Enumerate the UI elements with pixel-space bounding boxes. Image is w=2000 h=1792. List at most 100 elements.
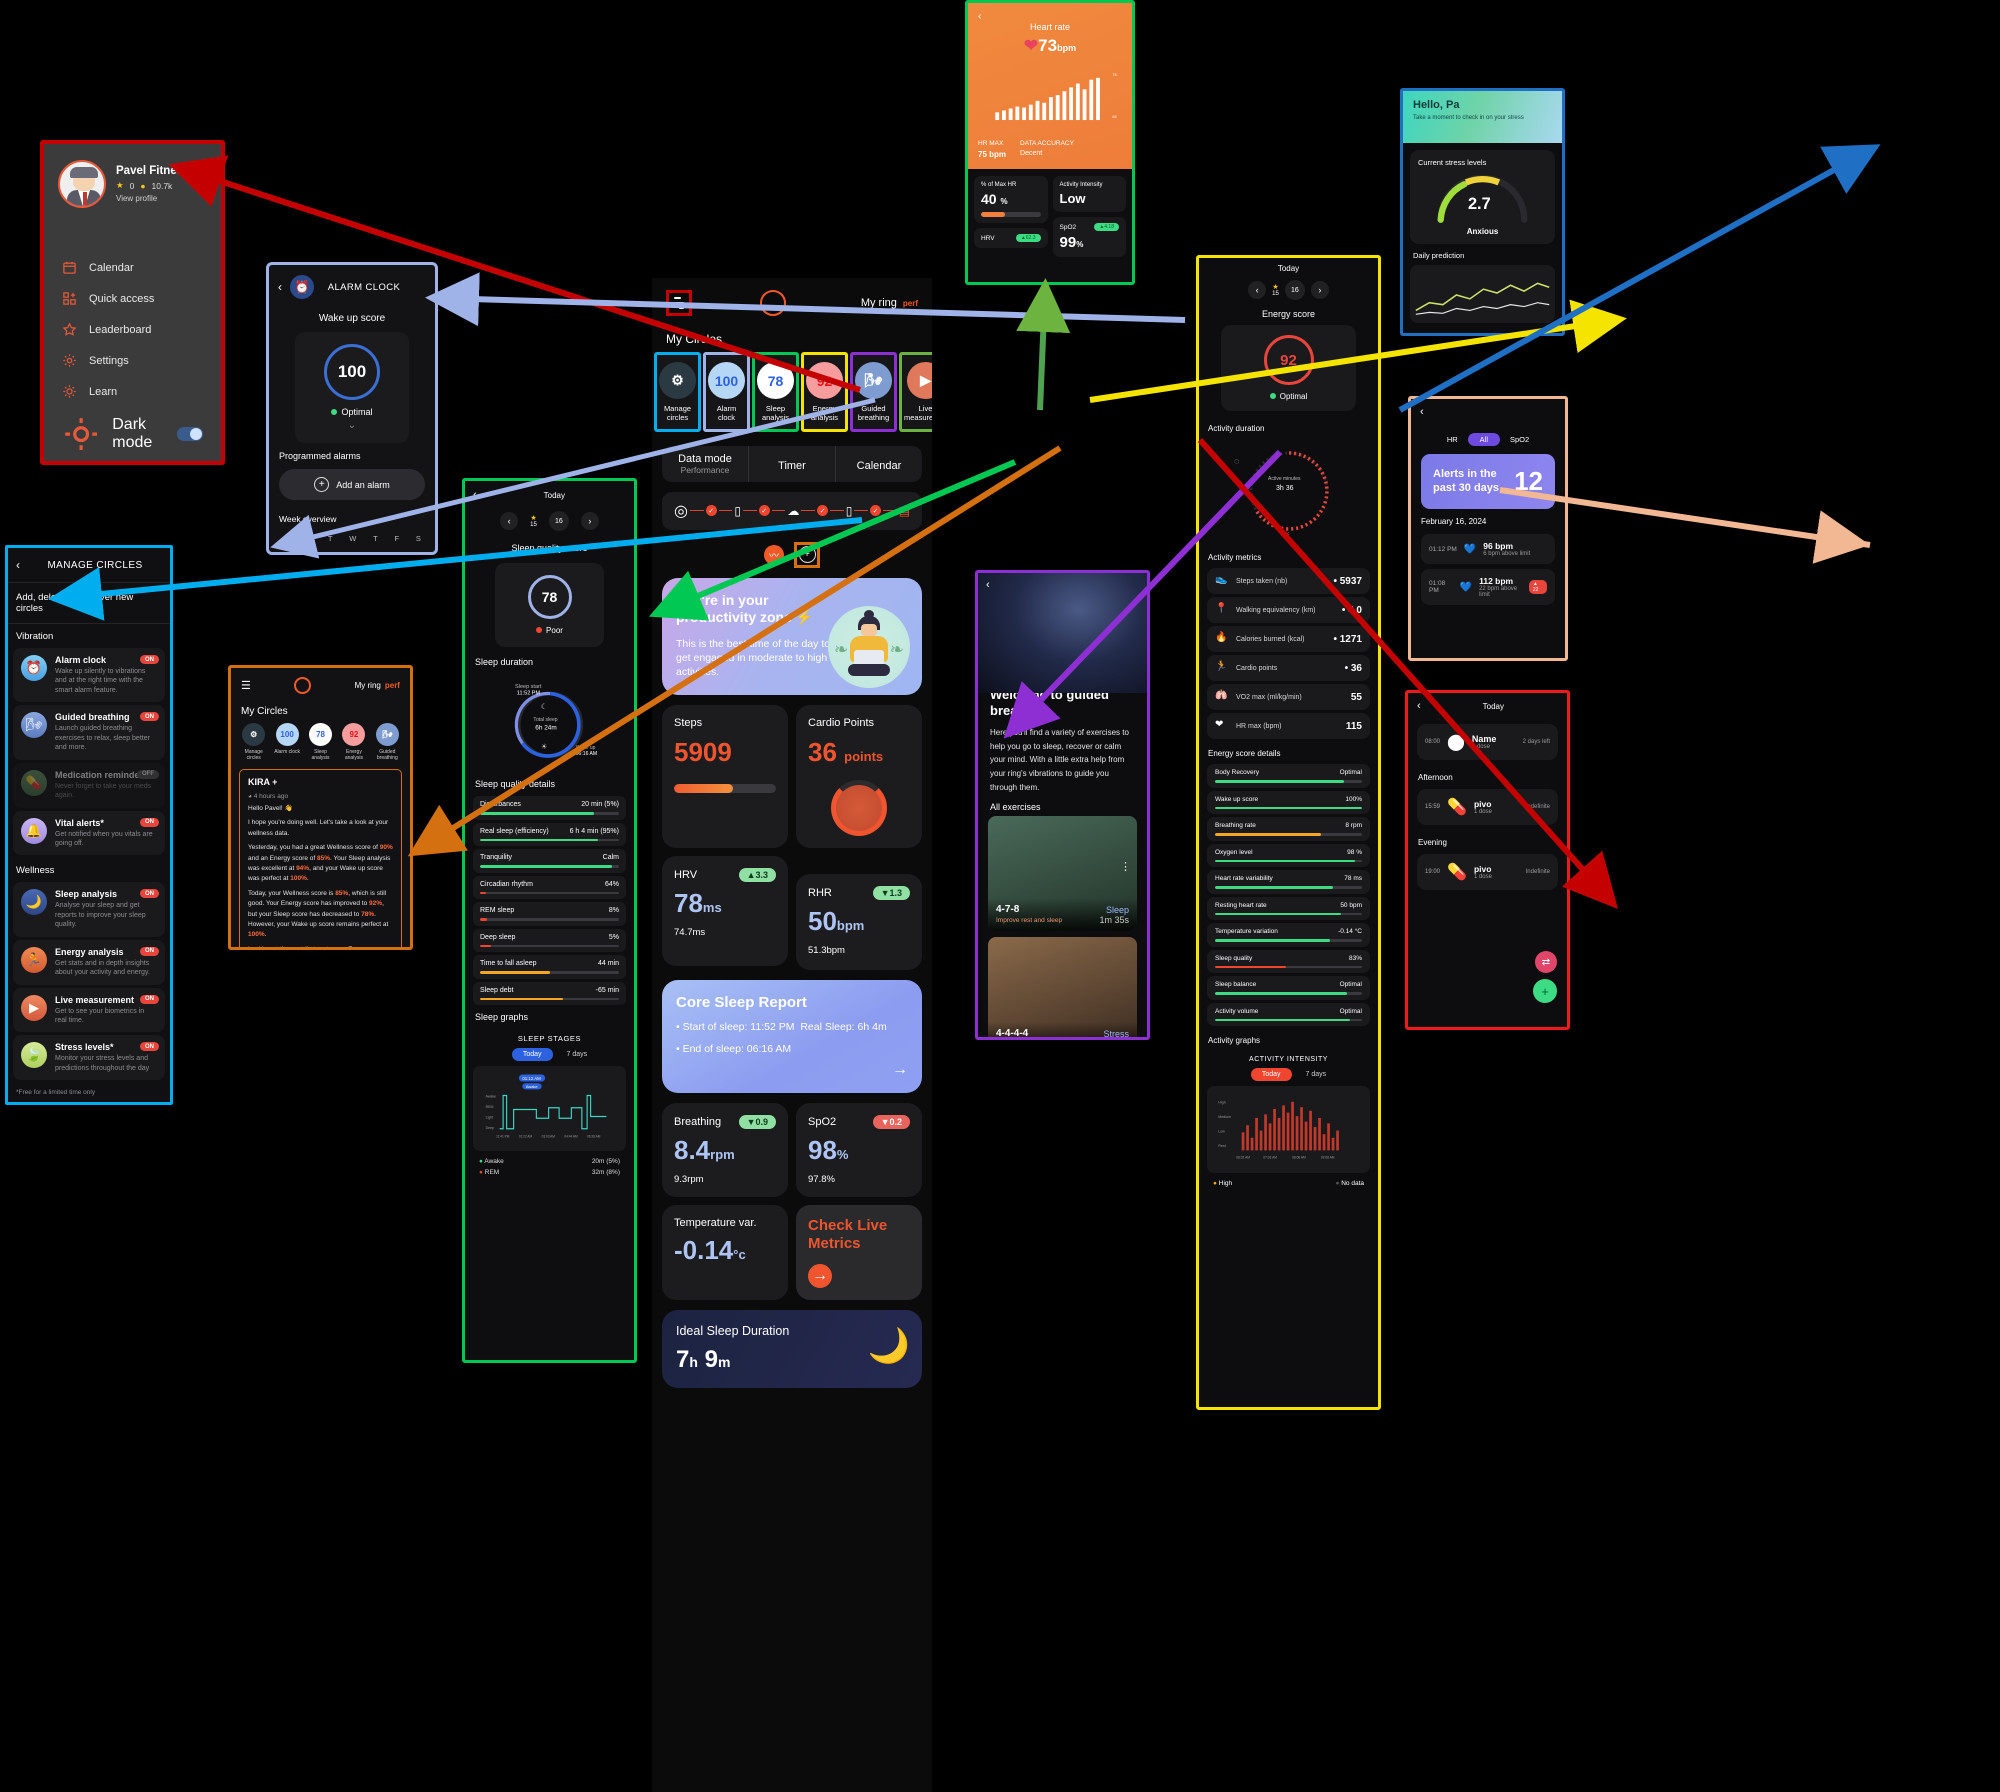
arrow-right-icon[interactable]: →: [808, 1263, 832, 1288]
profile-header[interactable]: Pavel Fitnesator ★ 0 ● 10.7k View profil…: [44, 144, 221, 208]
list-item[interactable]: ▶ Live measurement Get to see your biome…: [13, 987, 165, 1033]
prev-day-button[interactable]: ‹: [1248, 281, 1267, 299]
circle-alarm-clock[interactable]: 100 Alarm clock: [703, 352, 750, 432]
day-label[interactable]: W: [349, 534, 356, 543]
steps-card[interactable]: Steps 5909: [662, 705, 788, 849]
circle-energy-analysis[interactable]: 92 Energy analysis: [801, 352, 848, 432]
metric-row[interactable]: 🔥 Calories burned (kcal) • 1271: [1207, 626, 1370, 652]
list-item[interactable]: ⏰ Alarm clock Wake up silently to vibrat…: [13, 648, 165, 703]
temperature-card[interactable]: Temperature var. -0.14°c: [662, 1205, 788, 1300]
tab-7days[interactable]: 7 days: [567, 1051, 588, 1058]
back-icon[interactable]: ‹: [473, 489, 477, 501]
day-label[interactable]: M: [305, 534, 311, 543]
max-hr-card[interactable]: % of Max HR 40 %: [974, 176, 1048, 223]
list-item[interactable]: 💊 Medication reminder* Never forget to t…: [13, 762, 165, 808]
status-badge[interactable]: ON: [140, 946, 159, 956]
sidebar-item-leaderboard[interactable]: Leaderboard: [44, 314, 221, 345]
dark-mode-toggle[interactable]: [177, 427, 203, 442]
core-sleep-report-card[interactable]: Core Sleep Report • Start of sleep: 11:5…: [662, 980, 922, 1094]
circle-manage-circles[interactable]: ⚙ Manage circles: [654, 352, 701, 432]
back-icon[interactable]: ‹: [986, 579, 990, 591]
circle-sleep[interactable]: 78 Sleep analysis: [306, 723, 335, 761]
dark-mode-row[interactable]: Dark mode: [44, 407, 221, 461]
tab-7days[interactable]: 7 days: [1306, 1071, 1327, 1078]
breathing-card[interactable]: Breathing ▼0.9 8.4rpm 9.3rpm: [662, 1103, 788, 1198]
back-icon[interactable]: ‹: [1420, 406, 1424, 418]
check-live-metrics-card[interactable]: Check Live Metrics →: [796, 1205, 922, 1300]
list-item[interactable]: 4-4-4-4 Stress Relieve your stress: [988, 937, 1137, 1037]
day-label[interactable]: S: [283, 534, 288, 543]
back-icon[interactable]: ‹: [978, 11, 1122, 22]
table-row[interactable]: 01:12 PM 💙 96 bpm 6 bpm above limit: [1421, 534, 1555, 564]
current-stress-card[interactable]: Current stress levels 2.7 Anxious: [1410, 150, 1555, 244]
hrv-card[interactable]: HRV ▲62.3: [974, 228, 1048, 248]
my-ring-label[interactable]: My ring perf: [861, 297, 918, 309]
status-badge[interactable]: ON: [140, 817, 159, 827]
add-alarm-button[interactable]: + Add an alarm: [279, 469, 425, 500]
status-badge[interactable]: ON: [140, 1042, 159, 1052]
cardio-points-card[interactable]: Cardio Points 36 points: [796, 705, 922, 849]
my-ring-label[interactable]: My ring perf: [355, 681, 400, 690]
metric-row[interactable]: ❤ HR max (bpm) 115: [1207, 713, 1370, 739]
list-item[interactable]: 🔔 Vital alerts* Get notified when you vi…: [13, 810, 165, 856]
next-day-button[interactable]: ›: [580, 512, 599, 530]
back-icon[interactable]: ‹: [1417, 700, 1421, 712]
status-badge[interactable]: ON: [140, 889, 159, 899]
menu-icon[interactable]: ☰: [241, 679, 251, 692]
back-icon[interactable]: ‹: [278, 280, 282, 294]
productivity-zone-card[interactable]: You're in your productivity zone ⚡ This …: [662, 577, 922, 696]
tab-today[interactable]: Today: [1250, 1068, 1292, 1081]
circle-live-measurement[interactable]: ▶ Live measurement: [899, 352, 932, 432]
live-measure-icon[interactable]: 〰: [764, 544, 784, 565]
circle-sleep-analysis[interactable]: 78 Sleep analysis: [752, 352, 799, 432]
status-badge[interactable]: ON: [140, 655, 159, 664]
table-row[interactable]: 19:00 💊 pivo 1 dose Indefinite: [1417, 854, 1558, 890]
tab-all[interactable]: All: [1467, 433, 1500, 446]
circle-alarm[interactable]: 100 Alarm clock: [272, 723, 301, 761]
activity-intensity-card[interactable]: Activity Intensity Low: [1052, 176, 1126, 212]
menu-icon[interactable]: [666, 290, 692, 316]
table-row[interactable]: 15:59 💊 pivo 1 dose Indefinite: [1417, 789, 1558, 825]
status-badge[interactable]: OFF: [137, 769, 159, 779]
hrv-card[interactable]: HRV ▲3.3 78ms 74.7ms: [662, 856, 788, 967]
view-profile-link[interactable]: View profile: [116, 194, 205, 203]
metric-row[interactable]: 👟 Steps taken (nb) • 5937: [1207, 568, 1370, 594]
circle-energy[interactable]: 92 Energy analysis: [339, 723, 368, 761]
tab-data-mode[interactable]: Data mode Performance: [662, 446, 748, 482]
circle-manage[interactable]: ⚙ Manage circles: [239, 723, 268, 761]
circle-guided[interactable]: 🌬 Guided breathing: [373, 723, 402, 761]
metric-row[interactable]: 🏃 Cardio points • 36: [1207, 655, 1370, 681]
status-badge[interactable]: ON: [140, 994, 159, 1004]
add-widget-button[interactable]: +: [794, 541, 820, 568]
spo2-card[interactable]: SpO2 ▼0.2 98% 97.8%: [796, 1103, 922, 1198]
day-label[interactable]: F: [395, 534, 400, 543]
sidebar-item-quick-access[interactable]: Quick access: [44, 283, 221, 314]
rhr-card[interactable]: RHR ▼1.3 50bpm 51.3bpm: [796, 874, 922, 971]
list-item[interactable]: 🌬 Guided breathing Launch guided breathi…: [13, 705, 165, 760]
circle-guided-breathing[interactable]: 🌬 Guided breathing: [850, 352, 897, 432]
table-row[interactable]: 01:08 PM 💙 112 bpm 22 bpm above limit ▲ …: [1421, 569, 1555, 605]
tab-calendar[interactable]: Calendar: [835, 445, 922, 482]
day-16[interactable]: 16: [548, 511, 569, 531]
add-medication-button[interactable]: +: [1533, 979, 1557, 1003]
day-label[interactable]: S: [416, 534, 421, 543]
more-icon[interactable]: ⋮: [1120, 860, 1131, 873]
medication-top-row[interactable]: 08:00 ⬤ Name 1 dose 2 days left: [1417, 724, 1558, 760]
ideal-sleep-card[interactable]: Ideal Sleep Duration 7h 9m 🌙: [662, 1309, 922, 1388]
arrow-right-icon[interactable]: →: [676, 1061, 908, 1079]
day-16[interactable]: 16: [1284, 280, 1305, 300]
tab-today[interactable]: Today: [511, 1048, 553, 1061]
day-label[interactable]: T: [328, 534, 333, 543]
list-item[interactable]: 🍃 Stress levels* Monitor your stress lev…: [13, 1035, 165, 1081]
sidebar-item-settings[interactable]: Settings: [44, 345, 221, 376]
list-item[interactable]: 🌙 Sleep analysis Analyse your sleep and …: [13, 882, 165, 937]
sidebar-item-calendar[interactable]: Calendar: [44, 252, 221, 283]
metric-row[interactable]: 🫁 VO2 max (ml/kg/min) 55: [1207, 684, 1370, 710]
sidebar-item-learn[interactable]: Learn: [44, 376, 221, 407]
next-day-button[interactable]: ›: [1310, 281, 1329, 299]
status-badge[interactable]: ON: [140, 712, 159, 722]
tab-spo2[interactable]: SpO2: [1510, 435, 1529, 444]
ring-icon[interactable]: [760, 290, 786, 316]
metric-row[interactable]: 📍 Walking equivalency (km) • 4.0: [1207, 597, 1370, 623]
spo2-card[interactable]: SpO2 ▲4.18 99%: [1052, 217, 1126, 257]
